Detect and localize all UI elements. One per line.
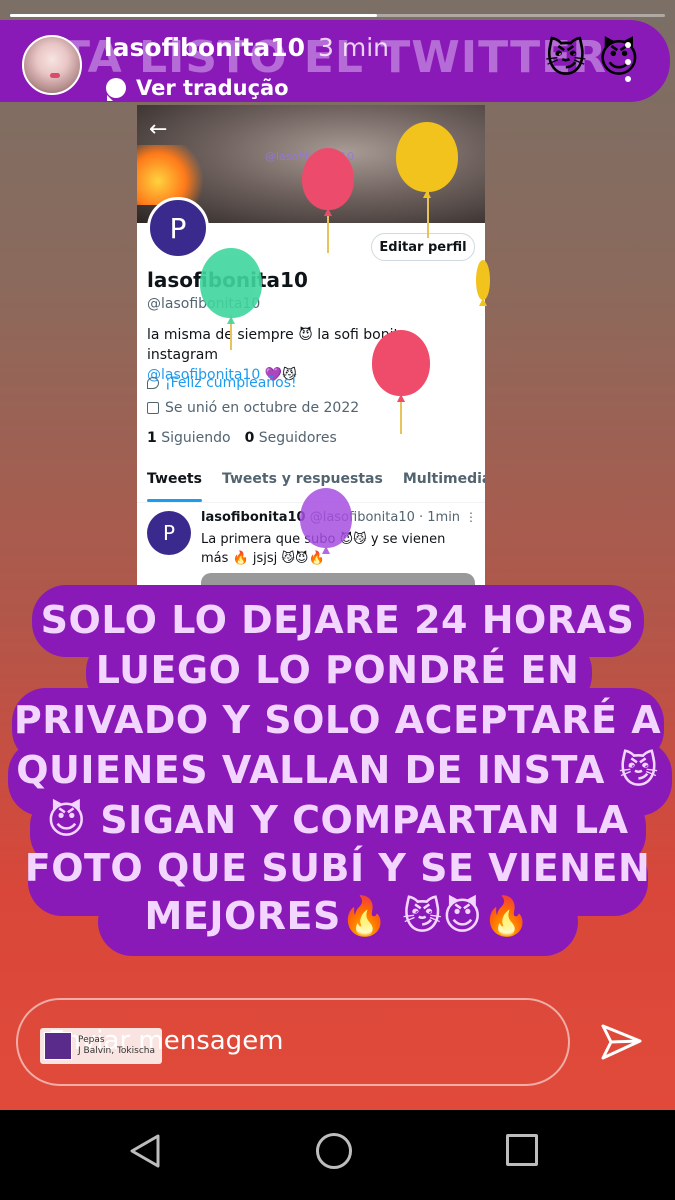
purple-balloon — [300, 488, 352, 554]
caption-line: MEJORES🔥 😼😈🔥 — [144, 894, 531, 938]
edge-balloon — [476, 260, 490, 306]
tweet-more-icon: ⋮ — [465, 510, 477, 524]
tweet-media — [201, 573, 475, 585]
tab-replies: Tweets y respuestas — [221, 471, 383, 487]
cat-emoji: 😼 — [545, 36, 587, 82]
send-icon[interactable] — [600, 1020, 644, 1064]
caption-line: SOLO LO DEJARE 24 HORAS — [40, 598, 635, 642]
nav-back-icon[interactable] — [128, 1133, 162, 1169]
caption-line: PRIVADO Y SOLO ACEPTARÉ A — [13, 698, 662, 742]
tweet-avatar: P — [147, 511, 191, 555]
balloon-icon — [147, 377, 159, 389]
green-balloon — [200, 248, 262, 324]
caption-line: LUEGO LO PONDRÉ EN — [95, 648, 580, 692]
tweet-author: lasofibonita10 — [201, 510, 306, 525]
profile-avatar: P — [147, 197, 209, 259]
album-art — [44, 1032, 72, 1060]
follow-stats: 1 Siguiendo 0 Seguidores — [147, 430, 337, 446]
pink-balloon — [372, 330, 430, 402]
story-progress-fill — [10, 14, 377, 17]
music-info: Pepas J Balvin, Tokischa — [78, 1035, 155, 1057]
edit-profile-button: Editar perfil — [371, 233, 475, 261]
following-count: 1 — [147, 430, 157, 446]
birthday-row: ¡Feliz cumpleaños! — [147, 375, 297, 391]
joined-text: Se unió en octubre de 2022 — [165, 400, 360, 416]
caption-line: 😈 SIGAN Y COMPARTAN LA — [46, 798, 629, 842]
story-viewer[interactable]: TA LISTO EL TWITTER lasofibonita10 3 min… — [0, 0, 675, 1110]
avatar[interactable] — [22, 35, 82, 95]
flame-decoration — [137, 145, 207, 205]
bio-text: la misma de siempre 😈 la sofi bonita ins… — [147, 327, 408, 363]
tab-tweets: Tweets — [137, 467, 212, 502]
followers-label: Seguidores — [258, 430, 337, 446]
more-options-icon[interactable] — [622, 42, 634, 82]
red-balloon — [302, 148, 354, 216]
story-timestamp: 3 min — [318, 33, 389, 62]
nav-recent-icon[interactable] — [506, 1134, 538, 1166]
translate-label: Ver tradução — [136, 76, 289, 100]
translate-link[interactable]: Ver tradução — [106, 76, 289, 101]
story-progress-bar — [10, 14, 665, 17]
music-title: Pepas — [78, 1035, 105, 1045]
yellow-balloon — [396, 122, 458, 198]
followers-count: 0 — [244, 430, 255, 446]
birthday-text: ¡Feliz cumpleaños! — [165, 375, 297, 391]
following-label: Siguiendo — [161, 430, 231, 446]
back-arrow-icon: ← — [149, 117, 168, 142]
tab-media: Multimedia — [402, 471, 485, 487]
calendar-icon — [147, 402, 159, 414]
music-artist: J Balvin, Tokischa — [78, 1046, 156, 1056]
story-username[interactable]: lasofibonita10 — [104, 33, 305, 62]
caption-line: QUIENES VALLAN DE INSTA 😼 — [16, 748, 659, 792]
music-sticker[interactable]: Pepas J Balvin, Tokischa — [40, 1028, 162, 1064]
translate-bubble-icon — [106, 78, 126, 101]
caption-line: FOTO QUE SUBÍ Y SE VIENEN — [24, 846, 651, 890]
nav-home-icon[interactable] — [316, 1133, 352, 1169]
joined-row: Se unió en octubre de 2022 — [147, 400, 359, 416]
